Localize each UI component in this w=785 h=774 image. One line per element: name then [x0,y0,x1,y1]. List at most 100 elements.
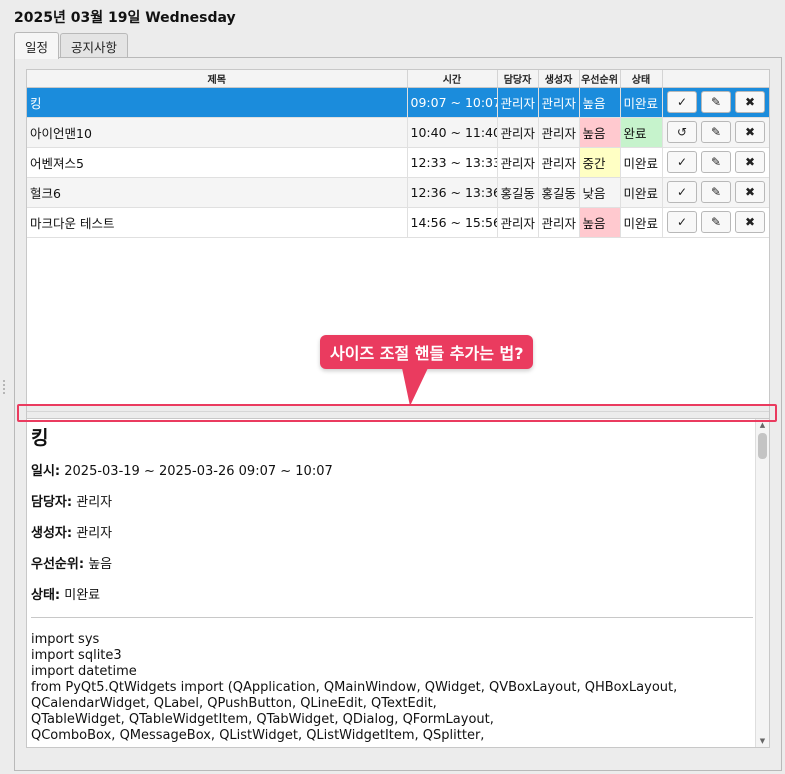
column-header-creator[interactable]: 생성자 [538,70,580,88]
detail-scrollbar[interactable]: ▲ ▼ [755,419,769,747]
complete-button[interactable]: ✓ [667,91,697,113]
cell-creator[interactable]: 관리자 [538,207,580,238]
cell-assignee[interactable]: 관리자 [497,147,539,178]
complete-button[interactable]: ✓ [667,181,697,203]
column-header-title[interactable]: 제목 [27,70,408,88]
delete-button[interactable]: ✖ [735,151,765,173]
cell-time[interactable]: 09:07 ~ 10:07 [407,87,498,118]
cell-title[interactable]: 어벤져스5 [27,147,408,178]
date-header: 2025년 03월 19일 Wednesday [14,10,236,26]
cell-status[interactable]: 미완료 [620,177,663,208]
detail-field-value: 관리자 [76,495,113,510]
detail-field-label: 생성자: [31,526,73,541]
cell-status[interactable]: 미완료 [620,207,663,238]
detail-field: 생성자: 관리자 [31,522,753,541]
detail-title: 킹 [31,427,49,449]
cell-priority[interactable]: 낮음 [579,177,621,208]
window-grip-icon [3,380,5,394]
cell-time[interactable]: 12:36 ~ 13:36 [407,177,498,208]
cell-creator[interactable]: 관리자 [538,117,580,148]
cell-title[interactable]: 마크다운 테스트 [27,207,408,238]
edit-button[interactable]: ✎ [701,211,731,233]
complete-button[interactable]: ✓ [667,151,697,173]
detail-field-value: 2025-03-19 ~ 2025-03-26 09:07 ~ 10:07 [64,464,333,479]
code-line: from PyQt5.QtWidgets import (QApplicatio… [31,680,678,695]
table-row[interactable]: 헐크6 12:36 ~ 13:36 홍길동 홍길동 낮음 미완료 ✓ ✎ ✖ [27,177,769,208]
edit-button[interactable]: ✎ [701,181,731,203]
cell-priority[interactable]: 높음 [579,207,621,238]
cell-title[interactable]: 헐크6 [27,177,408,208]
code-line: QTableWidget, QTableWidgetItem, QTabWidg… [31,712,494,727]
column-header-status[interactable]: 상태 [620,70,663,88]
detail-field-label: 상태: [31,588,61,603]
table-row[interactable]: 킹 09:07 ~ 10:07 관리자 관리자 높음 미완료 ✓ ✎ ✖ [27,87,769,118]
edit-button[interactable]: ✎ [701,151,731,173]
delete-button[interactable]: ✖ [735,211,765,233]
scroll-thumb[interactable] [758,433,767,459]
detail-field-label: 우선순위: [31,557,85,572]
cell-assignee[interactable]: 관리자 [497,87,539,118]
table-row[interactable]: 아이언맨10 10:40 ~ 11:40 관리자 관리자 높음 완료 ↺ ✎ ✖ [27,117,769,148]
undo-button[interactable]: ↺ [667,121,697,143]
table-row[interactable]: 마크다운 테스트 14:56 ~ 15:56 관리자 관리자 높음 미완료 ✓ ✎ ✖ [27,207,769,238]
cell-creator[interactable]: 관리자 [538,87,580,118]
detail-panel: 킹 일시: 2025-03-19 ~ 2025-03-26 09:07 ~ 10… [26,418,770,748]
cell-priority[interactable]: 중간 [579,147,621,178]
cell-status[interactable]: 미완료 [620,147,663,178]
cell-priority[interactable]: 높음 [579,117,621,148]
detail-content: 킹 일시: 2025-03-19 ~ 2025-03-26 09:07 ~ 10… [31,423,753,747]
cell-status[interactable]: 미완료 [620,87,663,118]
detail-field: 상태: 미완료 [31,584,753,603]
cell-creator[interactable]: 홍길동 [538,177,580,208]
delete-button[interactable]: ✖ [735,181,765,203]
code-line: import sqlite3 [31,648,122,663]
edit-button[interactable]: ✎ [701,91,731,113]
annotation-highlight [17,404,777,422]
cell-assignee[interactable]: 관리자 [497,117,539,148]
cell-time[interactable]: 10:40 ~ 11:40 [407,117,498,148]
detail-field-value: 관리자 [76,526,113,541]
cell-title[interactable]: 아이언맨10 [27,117,408,148]
annotation-arrow [402,368,428,406]
column-header-priority[interactable]: 우선순위 [579,70,621,88]
delete-button[interactable]: ✖ [735,91,765,113]
tab-notices[interactable]: 공지사항 [60,33,129,58]
cell-assignee[interactable]: 홍길동 [497,177,539,208]
tab-bar: 일정 공지사항 [14,32,129,59]
scroll-down-icon[interactable]: ▼ [756,735,769,747]
complete-button[interactable]: ✓ [667,211,697,233]
code-line: import datetime [31,664,137,679]
annotation-callout: 사이즈 조절 핸들 추가는 법? [320,335,534,369]
code-line: QCalendarWidget, QLabel, QPushButton, QL… [31,696,437,711]
tab-schedule[interactable]: 일정 [14,32,60,59]
cell-actions: ↺ ✎ ✖ [662,117,769,148]
delete-button[interactable]: ✖ [735,121,765,143]
detail-field-label: 일시: [31,464,61,479]
code-line: import sys [31,632,100,647]
detail-field-label: 담당자: [31,495,73,510]
cell-time[interactable]: 14:56 ~ 15:56 [407,207,498,238]
detail-field: 담당자: 관리자 [31,491,753,510]
cell-actions: ✓ ✎ ✖ [662,207,769,238]
detail-field: 우선순위: 높음 [31,553,753,572]
cell-actions: ✓ ✎ ✖ [662,147,769,178]
column-header-actions [662,70,769,88]
cell-creator[interactable]: 관리자 [538,147,580,178]
column-header-time[interactable]: 시간 [407,70,498,88]
table-header-row: 제목 시간 담당자 생성자 우선순위 상태 [27,70,769,88]
detail-field-value: 높음 [88,557,113,572]
cell-status[interactable]: 완료 [620,117,663,148]
table-row[interactable]: 어벤져스5 12:33 ~ 13:33 관리자 관리자 중간 미완료 ✓ ✎ ✖ [27,147,769,178]
cell-actions: ✓ ✎ ✖ [662,87,769,118]
detail-fields: 일시: 2025-03-19 ~ 2025-03-26 09:07 ~ 10:0… [31,460,753,603]
detail-field: 일시: 2025-03-19 ~ 2025-03-26 09:07 ~ 10:0… [31,460,753,479]
detail-divider [31,617,753,618]
code-line: QComboBox, QMessageBox, QListWidget, QLi… [31,728,485,743]
column-header-assignee[interactable]: 담당자 [497,70,539,88]
cell-title[interactable]: 킹 [27,87,408,118]
edit-button[interactable]: ✎ [701,121,731,143]
cell-time[interactable]: 12:33 ~ 13:33 [407,147,498,178]
detail-code: import sys import sqlite3 import datetime f… [31,632,753,744]
cell-priority[interactable]: 높음 [579,87,621,118]
cell-assignee[interactable]: 관리자 [497,207,539,238]
